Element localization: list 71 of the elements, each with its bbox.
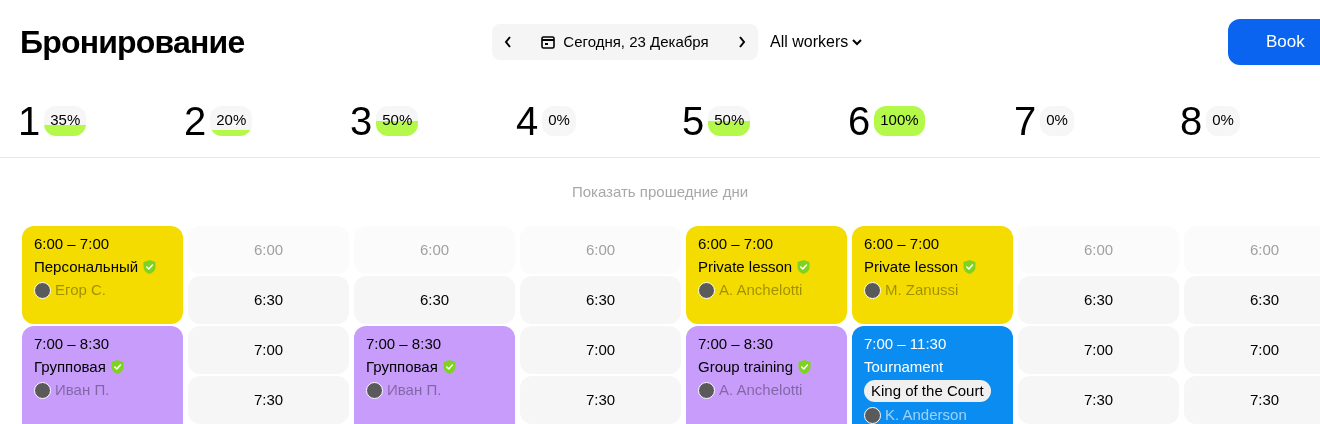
date-label: Сегодня, 23 Декабря <box>563 31 709 52</box>
booking-time: 7:00 – 8:30 <box>366 334 443 354</box>
event-tag: King of the Court <box>864 380 991 402</box>
booking-time: 7:00 – 8:30 <box>34 334 111 354</box>
chevron-down-icon <box>852 38 863 46</box>
avatar <box>366 381 383 399</box>
booking-card[interactable]: 6:00 – 7:00 Private lesson M. Zanussi <box>852 226 1013 324</box>
booking-person: M. Zanussi <box>885 280 959 300</box>
time-slot[interactable]: 7:30 <box>1018 376 1179 424</box>
page-title: Бронирование <box>20 23 246 62</box>
booking-time: 7:00 – 11:30 <box>864 334 948 354</box>
calendar-icon <box>541 35 556 49</box>
booking-card[interactable]: 6:00 – 7:00 Персональный Егор С. <box>22 226 183 324</box>
booking-title: Private lesson <box>698 257 793 277</box>
day-number[interactable]: 5 <box>682 100 705 141</box>
time-slot[interactable]: 6:30 <box>1184 276 1320 324</box>
booking-time: 6:00 – 7:00 <box>864 234 941 254</box>
time-slot[interactable]: 7:00 <box>188 326 349 374</box>
avatar <box>34 381 51 399</box>
booking-card[interactable]: 7:00 – 8:30 Групповая Иван П. <box>22 326 183 424</box>
booking-person: A. Anchelotti <box>719 380 803 400</box>
avatar <box>698 281 715 299</box>
time-slot[interactable]: 6:30 <box>520 276 681 324</box>
occupancy-badge: 100% <box>874 105 925 136</box>
booking-time: 7:00 – 8:30 <box>698 334 775 354</box>
day-number[interactable]: 6 <box>848 100 871 141</box>
occupancy-badge: 20% <box>210 105 253 136</box>
workers-dropdown[interactable]: All workers <box>770 30 863 54</box>
occupancy-badge: 35% <box>44 105 87 136</box>
chevron-right-icon[interactable] <box>738 36 746 48</box>
booking-title: Group training <box>698 357 794 377</box>
occupancy-badge: 0% <box>542 105 576 136</box>
booking-title: Персональный <box>34 257 139 277</box>
booking-title: Private lesson <box>864 257 959 277</box>
time-slot[interactable]: 6:30 <box>1018 276 1179 324</box>
day-number[interactable]: 1 <box>18 100 41 141</box>
booking-person: A. Anchelotti <box>719 280 803 300</box>
time-slot[interactable]: 7:30 <box>1184 376 1320 424</box>
time-slot[interactable]: 7:00 <box>1184 326 1320 374</box>
occupancy-badge: 0% <box>1040 105 1074 136</box>
booking-time: 6:00 – 7:00 <box>698 234 775 254</box>
time-slot[interactable]: 7:30 <box>188 376 349 424</box>
time-slot[interactable]: 7:30 <box>520 376 681 424</box>
day-number[interactable]: 2 <box>184 100 207 141</box>
booking-time: 6:00 – 7:00 <box>34 234 111 254</box>
booking-person: Иван П. <box>387 380 442 400</box>
booking-person: Иван П. <box>55 380 110 400</box>
day-number[interactable]: 8 <box>1180 100 1203 141</box>
booking-card[interactable]: 7:00 – 8:30 Групповая Иван П. <box>354 326 515 424</box>
chevron-left-icon[interactable] <box>504 36 512 48</box>
avatar <box>34 281 51 299</box>
booking-title: Групповая <box>366 357 438 377</box>
booking-person: Егор С. <box>55 280 106 300</box>
avatar <box>864 281 881 299</box>
day-number[interactable]: 4 <box>516 100 539 141</box>
booking-title: Tournament <box>864 357 944 377</box>
booking-person: K. Anderson <box>885 405 967 424</box>
booking-card[interactable]: 6:00 – 7:00 Private lesson A. Anchelotti <box>686 226 847 324</box>
avatar <box>698 381 715 399</box>
time-slot[interactable]: 6:30 <box>354 276 515 324</box>
occupancy-badge: 0% <box>1206 105 1240 136</box>
day-number[interactable]: 3 <box>350 100 373 141</box>
booking-title: Групповая <box>34 357 106 377</box>
day-number[interactable]: 7 <box>1014 100 1037 141</box>
time-slot[interactable]: 7:00 <box>1018 326 1179 374</box>
time-slot[interactable]: 6:30 <box>188 276 349 324</box>
avatar <box>864 406 881 424</box>
booking-card[interactable]: 7:00 – 11:30 Tournament King of the Court K. Anderson <box>852 326 1013 424</box>
booking-card[interactable]: 7:00 – 8:30 Group training A. Anchelotti <box>686 326 847 424</box>
time-slot[interactable]: 7:00 <box>520 326 681 374</box>
book-button[interactable]: Book <box>1228 19 1320 65</box>
